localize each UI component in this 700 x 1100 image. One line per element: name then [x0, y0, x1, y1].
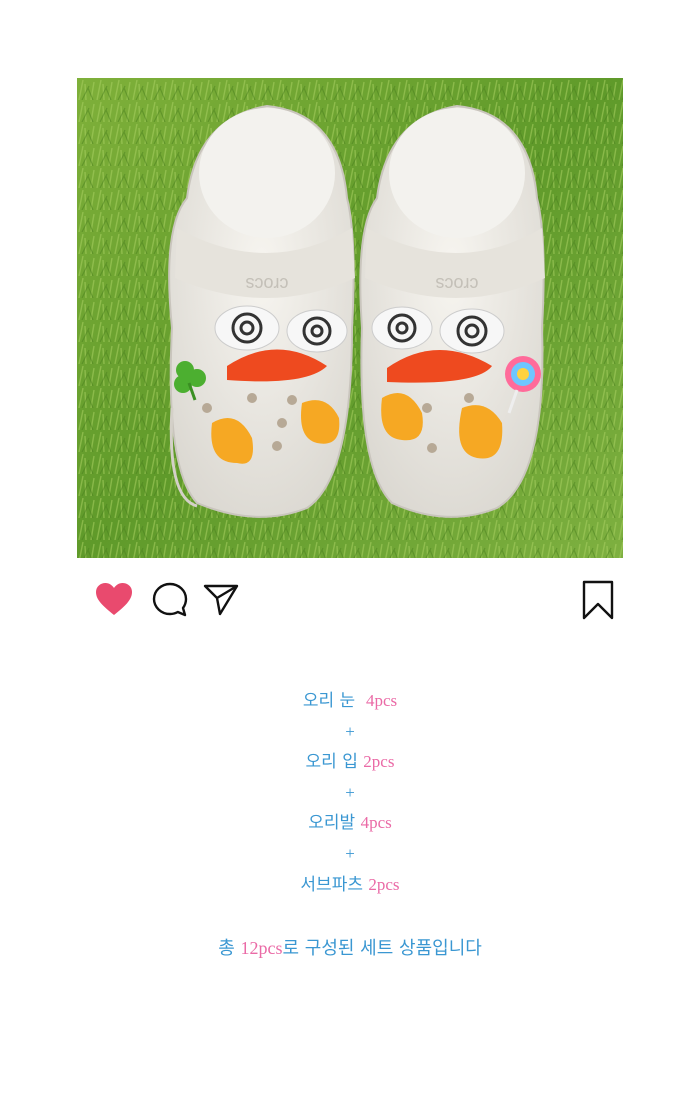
- item-name: 오리 눈: [302, 691, 356, 711]
- caption-summary: 총 12pcs로 구성된 세트 상품입니다: [0, 933, 700, 964]
- caption-line-subparts: 서브파츠 2pcs: [0, 870, 700, 901]
- right-shoe: crocs: [359, 104, 545, 518]
- caption-plus: +: [0, 778, 700, 809]
- item-quantity: 4pcs: [360, 813, 392, 833]
- svg-text:crocs: crocs: [245, 274, 288, 294]
- croc-shoes-photo: crocs crocs: [77, 78, 623, 558]
- item-quantity: 4pcs: [365, 691, 398, 710]
- post-caption-items: 오리 눈 4pcs + 오리 입 2pcs + 오리발 4pcs + 서브파츠 …: [0, 686, 700, 900]
- summary-quantity: 12pcs: [240, 938, 283, 958]
- post-photo[interactable]: crocs crocs: [77, 78, 623, 558]
- caption-line-feet: 오리발 4pcs: [0, 808, 700, 839]
- post-action-bar: [0, 578, 700, 622]
- send-icon[interactable]: [203, 583, 239, 617]
- summary-suffix: 로 구성된 세트 상품입니다: [282, 938, 482, 959]
- plus-sign: +: [345, 843, 355, 863]
- plus-sign: +: [345, 721, 355, 741]
- caption-line-eyes: 오리 눈 4pcs: [0, 686, 700, 717]
- heart-icon[interactable]: [95, 582, 133, 616]
- item-name: 오리발: [308, 813, 356, 834]
- comment-icon[interactable]: [152, 582, 188, 618]
- item-name: 서브파츠: [300, 874, 363, 895]
- svg-text:crocs: crocs: [435, 274, 478, 294]
- item-quantity: 2pcs: [363, 752, 395, 772]
- item-name: 오리 입: [305, 752, 358, 773]
- plus-sign: +: [345, 782, 355, 802]
- left-shoe: crocs: [168, 104, 355, 518]
- caption-line-beak: 오리 입 2pcs: [0, 747, 700, 778]
- summary-prefix: 총: [218, 938, 241, 959]
- bookmark-icon[interactable]: [582, 580, 614, 620]
- caption-plus: +: [0, 839, 700, 870]
- item-quantity: 2pcs: [368, 874, 400, 894]
- caption-plus: +: [0, 717, 700, 748]
